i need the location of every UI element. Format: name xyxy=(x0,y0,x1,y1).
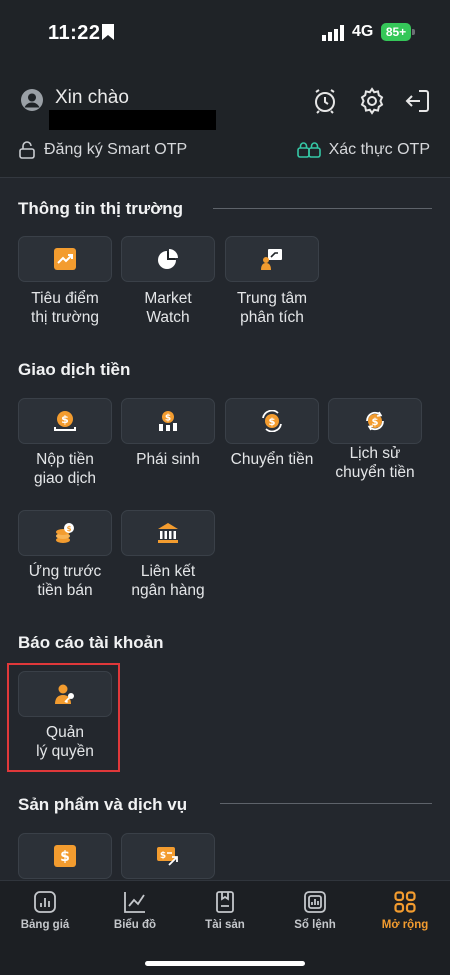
bank-link-label: Liên kết ngân hàng xyxy=(131,563,205,599)
bookmark-icon xyxy=(102,24,114,40)
advance-payment-button[interactable]: $ xyxy=(18,510,112,556)
market-watch-button[interactable] xyxy=(121,236,215,282)
tab-chart[interactable]: Biểu đồ xyxy=(90,891,180,931)
alarm-clock-icon[interactable] xyxy=(311,87,339,115)
tab-expand[interactable]: Mở rộng xyxy=(360,891,450,931)
otp-verify-label: Xác thực OTP xyxy=(328,141,430,158)
status-bar: 11:22 4G 85+ xyxy=(0,0,450,70)
settings-gear-icon[interactable] xyxy=(358,87,386,115)
money-transfer-icon: $ xyxy=(262,410,282,432)
selection-highlight-box xyxy=(7,663,120,772)
svg-text:$: $ xyxy=(165,414,171,424)
transfer-history-button[interactable]: $ xyxy=(328,398,422,444)
register-smart-otp-label: Đăng ký Smart OTP xyxy=(44,141,188,158)
tab-order-book[interactable]: Sổ lệnh xyxy=(270,891,360,931)
tab-label: Tài sản xyxy=(205,919,245,931)
product-transfer-button[interactable]: $ xyxy=(121,833,215,879)
network-type: 4G xyxy=(352,23,374,40)
trending-up-icon xyxy=(54,248,76,270)
signal-icon xyxy=(322,25,344,41)
otp-verify-link[interactable]: Xác thực OTP xyxy=(296,141,430,159)
user-avatar-icon[interactable] xyxy=(20,88,44,112)
tab-price-board[interactable]: Bảng giá xyxy=(0,891,90,931)
tab-label: Bảng giá xyxy=(20,919,70,931)
deposit-button[interactable]: $ xyxy=(18,398,112,444)
section-title-money-transactions: Giao dịch tiền xyxy=(18,360,131,379)
status-time: 11:22 xyxy=(48,22,101,44)
tab-assets[interactable]: Tài sản xyxy=(180,891,270,931)
deposit-label: Nộp tiền giao dịch xyxy=(33,451,97,487)
market-watch-label: Market Watch xyxy=(144,290,192,326)
tab-label: Biểu đồ xyxy=(113,919,157,931)
transfer-money-label: Chuyển tiền xyxy=(230,451,314,468)
section-divider xyxy=(220,803,432,804)
section-title-account-report: Báo cáo tài khoản xyxy=(18,633,164,652)
assets-icon xyxy=(216,891,234,913)
header: Xin chào Đăng ký Smart OTP Xác thực OTP xyxy=(0,70,450,178)
logout-icon[interactable] xyxy=(404,87,432,115)
derivatives-label: Phái sinh xyxy=(136,451,200,468)
section-title-products-services: Sản phẩm và dịch vụ xyxy=(18,795,188,814)
analysis-center-label: Trung tâm phân tích xyxy=(236,290,308,326)
svg-text:$: $ xyxy=(60,849,70,865)
analysis-center-button[interactable] xyxy=(225,236,319,282)
market-highlights-button[interactable] xyxy=(18,236,112,282)
svg-text:$: $ xyxy=(269,417,276,428)
section-divider xyxy=(213,208,432,209)
analyst-presentation-icon xyxy=(261,249,282,270)
chart-icon xyxy=(124,892,145,913)
bank-link-button[interactable] xyxy=(121,510,215,556)
tab-label: Mở rộng xyxy=(381,919,429,931)
transfer-history-icon: $ xyxy=(366,411,384,431)
transfer-history-label: Lịch sử chuyển tiền xyxy=(335,445,415,481)
home-indicator xyxy=(145,961,305,966)
otp-verify-icon xyxy=(296,142,321,158)
coin-stack-icon: $ xyxy=(56,523,74,543)
market-highlights-label: Tiêu điểm thị trường xyxy=(31,290,99,326)
dollar-icon: $ xyxy=(54,845,76,867)
tab-label: Sổ lệnh xyxy=(294,919,336,931)
svg-text:$: $ xyxy=(67,525,72,533)
deposit-coin-icon: $ xyxy=(54,411,76,431)
product-dollar-button[interactable]: $ xyxy=(18,833,112,879)
lock-icon xyxy=(19,141,35,159)
svg-text:$: $ xyxy=(160,851,166,861)
greeting-text: Xin chào xyxy=(55,87,129,108)
price-board-icon xyxy=(34,891,56,913)
advance-payment-label: Ứng trước tiền bán xyxy=(28,563,102,599)
username-redacted xyxy=(49,110,216,130)
battery-indicator: 85+ xyxy=(381,23,411,41)
register-smart-otp-link[interactable]: Đăng ký Smart OTP xyxy=(18,141,187,159)
section-title-market-info: Thông tin thị trường xyxy=(18,199,184,218)
dollar-transfer-icon: $ xyxy=(157,847,178,866)
derivatives-button[interactable]: $ xyxy=(121,398,215,444)
pie-chart-icon xyxy=(158,249,178,269)
expand-grid-icon xyxy=(394,891,416,913)
bank-icon xyxy=(158,523,178,543)
order-book-icon xyxy=(304,891,326,913)
derivatives-coin-stack-icon: $ xyxy=(159,411,177,431)
svg-text:$: $ xyxy=(61,413,69,426)
transfer-money-button[interactable]: $ xyxy=(225,398,319,444)
battery-tip xyxy=(412,29,415,35)
